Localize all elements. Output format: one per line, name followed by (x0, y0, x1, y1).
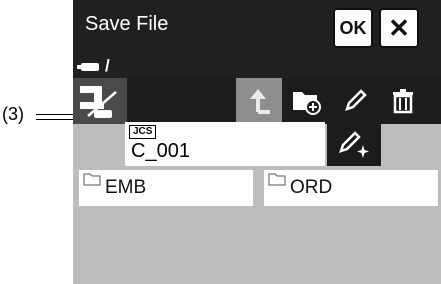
edit-button[interactable] (332, 78, 378, 124)
folder-icon (83, 173, 101, 186)
folder-up-icon (250, 89, 270, 114)
screen-title: Save File (85, 13, 169, 35)
ok-button[interactable]: OK (333, 8, 373, 48)
toolbar (73, 78, 441, 124)
jcs-badge: JCS (129, 125, 157, 139)
callout-label: (3) (2, 104, 24, 124)
folder-item[interactable]: ORD (264, 170, 438, 206)
rename-button[interactable] (327, 122, 381, 166)
delete-button[interactable] (380, 78, 426, 124)
filename-field[interactable]: JCS C_001 (125, 122, 325, 166)
trash-icon (393, 89, 413, 114)
folder-name: ORD (290, 177, 333, 198)
folder-up-button[interactable] (236, 78, 282, 124)
path-bar: / (73, 56, 441, 78)
title-bar: Save File OK ✕ (73, 0, 441, 56)
new-folder-icon (293, 92, 321, 115)
folder-icon (268, 173, 286, 186)
close-button[interactable]: ✕ (379, 8, 419, 48)
usb-device-icon (77, 63, 99, 71)
usb-storage-button[interactable] (73, 78, 127, 124)
save-file-screen: Save File OK ✕ / JCS C_001 EMB ORD (73, 0, 441, 284)
folder-item[interactable]: EMB (79, 170, 253, 206)
filename-value: C_001 (131, 140, 190, 162)
folder-name: EMB (105, 177, 147, 198)
new-folder-button[interactable] (284, 78, 330, 124)
pencil-sparkle-icon (339, 131, 369, 158)
usb-storage-icon (80, 86, 117, 118)
path-text: / (105, 56, 110, 75)
pencil-icon (345, 89, 367, 111)
